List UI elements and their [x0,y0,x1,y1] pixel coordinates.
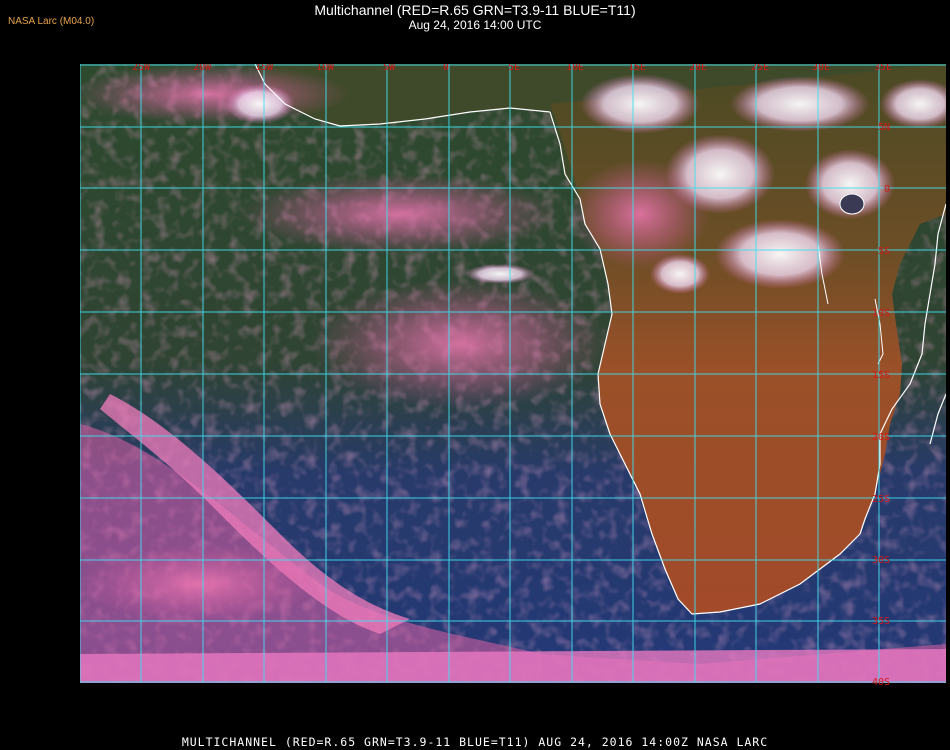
lon-label: 25W [132,64,151,73]
image-title: Multichannel (RED=R.65 GRN=T3.9-11 BLUE=… [314,2,636,18]
lon-label: 5W [383,64,396,73]
lon-label: 35E [874,64,892,73]
convective-cloud [650,254,710,294]
lat-label: 30S [872,555,890,566]
lon-label: 20W [193,64,212,73]
cloud-band [80,64,350,124]
lat-label: 0 [884,184,890,195]
lat-label: 5N [878,122,890,133]
lat-label: 15S [872,370,890,381]
image-timestamp: Aug 24, 2016 14:00 UTC [408,18,542,32]
lon-label: 20E [689,64,707,73]
convective-cloud [580,74,700,134]
cloud-band [240,174,560,254]
convective-cloud [730,76,870,132]
lat-label: 20S [872,432,890,443]
lon-label: 15W [255,64,274,73]
lat-label: 10S [872,308,890,319]
lon-label: 30E [812,64,830,73]
lon-label: 25E [751,64,769,73]
lon-label: 10E [566,64,584,73]
lat-label: 25S [872,494,890,505]
image-bottom-margin [80,683,946,726]
lat-label: 5S [878,246,890,257]
convective-cloud [715,219,845,289]
lon-label: 0 [443,64,449,73]
cloud-band [80,544,320,624]
cloud-band [310,279,610,409]
convective-cloud [665,134,775,214]
lon-label: 5E [508,64,520,73]
lake-victoria [839,193,865,215]
cloud-band [80,649,946,684]
lon-label: 10W [316,64,335,73]
lat-label: 35S [872,616,890,627]
footer-caption: MULTICHANNEL (RED=R.65 GRN=T3.9-11 BLUE=… [181,735,769,749]
satellite-image[interactable]: 25W 20W 15W 10W 5W 0 5E 10E 15E 20E 25E … [80,64,946,726]
lat-label: 40S [872,677,890,688]
convective-cloud [465,264,535,284]
lon-label: 15E [628,64,646,73]
